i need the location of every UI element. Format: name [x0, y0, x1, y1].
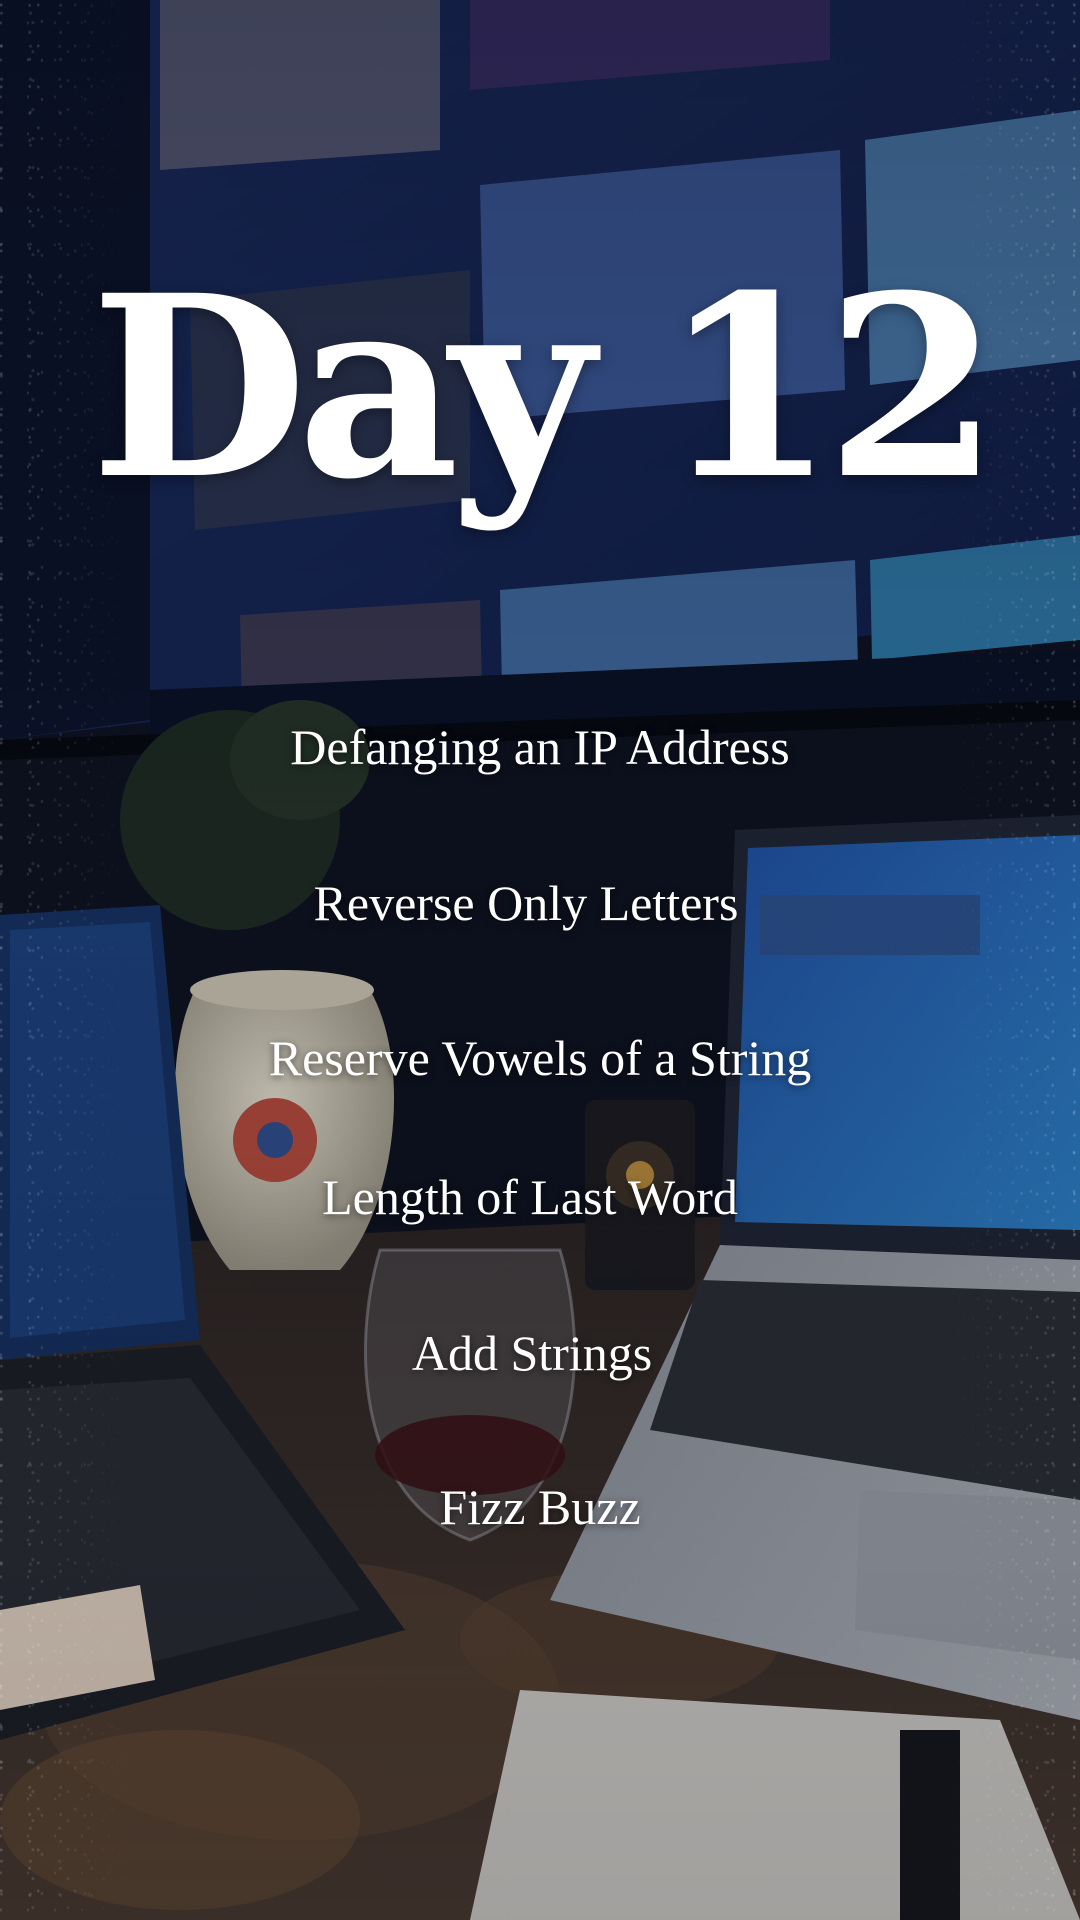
topic-item: Reverse Only Letters	[313, 875, 739, 931]
topic-item: Fizz Buzz	[439, 1479, 641, 1535]
topic-item: Length of Last Word	[322, 1169, 738, 1225]
topic-item: Reserve Vowels of a String	[268, 1030, 812, 1086]
story-card: Day 12 Defanging an IP Address Reverse O…	[0, 0, 1080, 1920]
topic-item: Defanging an IP Address	[290, 719, 790, 775]
day-title: Day 12	[90, 240, 1000, 534]
topic-item: Add Strings	[411, 1325, 653, 1381]
